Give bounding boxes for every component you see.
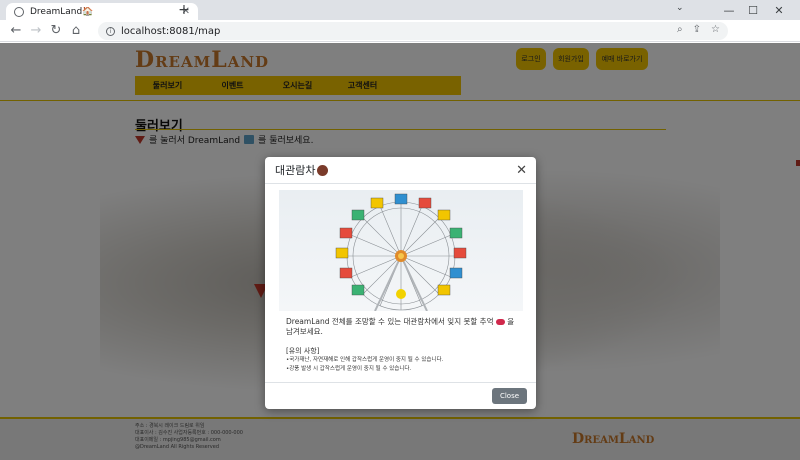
share-icon[interactable]: ⇪ xyxy=(693,24,701,35)
tab-search-icon[interactable]: ⌄ xyxy=(676,3,684,13)
modal-description: DreamLand 전체를 조망할 수 있는 대관람차에서 잊지 못할 추억 을… xyxy=(286,317,520,337)
new-tab-button[interactable]: + xyxy=(176,2,192,18)
notice-item: •강풍 발생 시 갑작스럽게 운영이 중지 될 수 있습니다. xyxy=(286,366,412,372)
notice-item: •국가재난, 자연재해로 인해 갑작스럽게 운영이 중지 될 수 있습니다. xyxy=(286,357,444,363)
ferris-wheel-photo xyxy=(279,190,523,311)
home-icon[interactable]: ⌂ xyxy=(66,23,86,38)
close-icon[interactable]: ✕ xyxy=(516,163,527,178)
modal-description-pre: DreamLand 전체를 조망할 수 있는 대관람차에서 잊지 못할 추억 xyxy=(286,317,494,326)
forward-arrow-icon[interactable]: → xyxy=(26,23,46,38)
browser-toolbar: ← → ↻ ⌂ i localhost:8081/map ⌕ ⇪ ☆ ▯ ⋮ xyxy=(0,20,800,58)
tab-title: DreamLand🏠 xyxy=(30,6,94,17)
browser-tab-strip: DreamLand🏠 ✕ + ⌄ — ☐ ✕ xyxy=(0,0,800,20)
zoom-icon[interactable]: ⌕ xyxy=(677,24,683,35)
bookmark-star-icon[interactable]: ☆ xyxy=(711,24,720,35)
window-close-button[interactable]: ✕ xyxy=(756,0,800,20)
browser-tab[interactable]: DreamLand🏠 ✕ xyxy=(6,3,198,20)
address-bar[interactable]: i localhost:8081/map ⌕ ⇪ ☆ xyxy=(98,22,728,40)
attraction-modal: 대관람차 ✕ DreamLand 전체를 조망할 수 있는 대관람차에서 잊지 … xyxy=(265,157,536,409)
reload-icon[interactable]: ↻ xyxy=(46,23,66,38)
back-arrow-icon[interactable]: ← xyxy=(6,23,26,38)
modal-title: 대관람차 xyxy=(275,164,316,177)
notice-block: [유의 사항] •국가재난, 자연재해로 인해 갑작스럽게 운영이 중지 될 수… xyxy=(286,347,520,374)
globe-icon xyxy=(14,6,24,17)
close-button[interactable]: Close xyxy=(492,388,527,404)
heart-emoji-icon xyxy=(495,319,505,325)
modal-footer: Close xyxy=(265,382,536,409)
ferris-wheel-emoji-icon xyxy=(317,164,329,176)
site-info-icon[interactable]: i xyxy=(106,26,115,36)
modal-header: 대관람차 ✕ xyxy=(265,157,536,184)
notice-title: [유의 사항] xyxy=(286,347,320,355)
url-text[interactable]: localhost:8081/map xyxy=(121,26,220,37)
